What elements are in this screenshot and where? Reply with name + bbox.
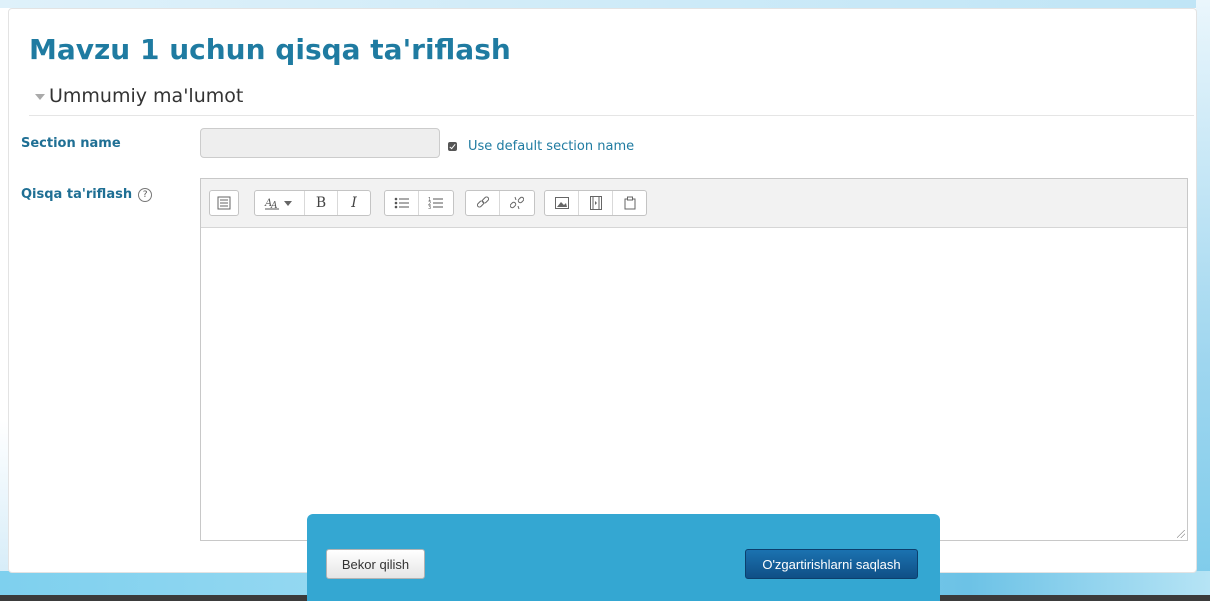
help-icon[interactable]: ? xyxy=(138,188,153,202)
bold-icon: B xyxy=(315,195,327,211)
summary-editor: A A B I 1 2 3 xyxy=(200,178,1188,541)
numbered-list-button[interactable]: 1 2 3 xyxy=(419,191,453,215)
unlink-button[interactable] xyxy=(500,191,534,215)
backdrop-right-decoration xyxy=(1196,0,1210,601)
edit-section-card: Mavzu 1 uchun qisqa ta'riflash Ummumiy m… xyxy=(8,8,1197,573)
toolbar-group-links xyxy=(465,190,535,216)
section-name-label: Section name xyxy=(21,136,121,151)
summary-label-text: Qisqa ta'riflash xyxy=(21,187,133,202)
toolbar-group-toggle xyxy=(209,190,239,216)
cancel-button[interactable]: Bekor qilish xyxy=(326,549,425,579)
collapse-caret-icon[interactable] xyxy=(35,94,45,100)
paste-icon xyxy=(624,196,635,210)
section-title[interactable]: Ummumiy ma'lumot xyxy=(49,85,243,107)
bullet-list-icon xyxy=(394,197,409,209)
section-name-input[interactable] xyxy=(200,128,440,158)
save-changes-button[interactable]: O'zgartirishlarni saqlash xyxy=(745,549,918,579)
toolbar-group-lists: 1 2 3 xyxy=(384,190,454,216)
use-default-name-label[interactable]: Use default section name xyxy=(468,139,634,154)
toolbar-group-media xyxy=(544,190,647,216)
form-action-footer: Bekor qilish O'zgartirishlarni saqlash xyxy=(307,514,940,601)
use-default-name-checkbox[interactable] xyxy=(448,142,457,151)
numbered-list-icon: 1 2 3 xyxy=(428,197,443,210)
font-style-dropdown[interactable]: A A xyxy=(255,191,305,215)
resize-grip-icon[interactable] xyxy=(1177,530,1185,538)
image-icon xyxy=(554,197,569,209)
unlink-icon xyxy=(510,196,524,210)
summary-editor-content[interactable] xyxy=(201,227,1187,540)
toolbar-toggle-button[interactable] xyxy=(210,191,238,215)
link-icon xyxy=(476,196,489,208)
toolbar-group-format: A A B I xyxy=(254,190,371,216)
toolbar-toggle-icon xyxy=(217,196,231,210)
paste-button[interactable] xyxy=(613,191,646,215)
font-style-dropdown-icon: A A xyxy=(264,198,292,210)
italic-icon: I xyxy=(351,195,357,211)
general-section-header[interactable]: Ummumiy ma'lumot xyxy=(29,85,1194,116)
image-button[interactable] xyxy=(545,191,579,215)
bold-button[interactable]: B xyxy=(305,191,338,215)
page-title: Mavzu 1 uchun qisqa ta'riflash xyxy=(29,33,511,66)
italic-button[interactable]: I xyxy=(338,191,370,215)
svg-text:3: 3 xyxy=(428,205,431,210)
media-button[interactable] xyxy=(579,191,613,215)
media-icon xyxy=(589,196,602,210)
editor-toolbar: A A B I 1 2 3 xyxy=(201,179,1187,228)
summary-label: Qisqa ta'riflash? xyxy=(21,187,153,202)
bullet-list-button[interactable] xyxy=(385,191,419,215)
link-button[interactable] xyxy=(466,191,500,215)
top-strip xyxy=(0,0,1210,8)
